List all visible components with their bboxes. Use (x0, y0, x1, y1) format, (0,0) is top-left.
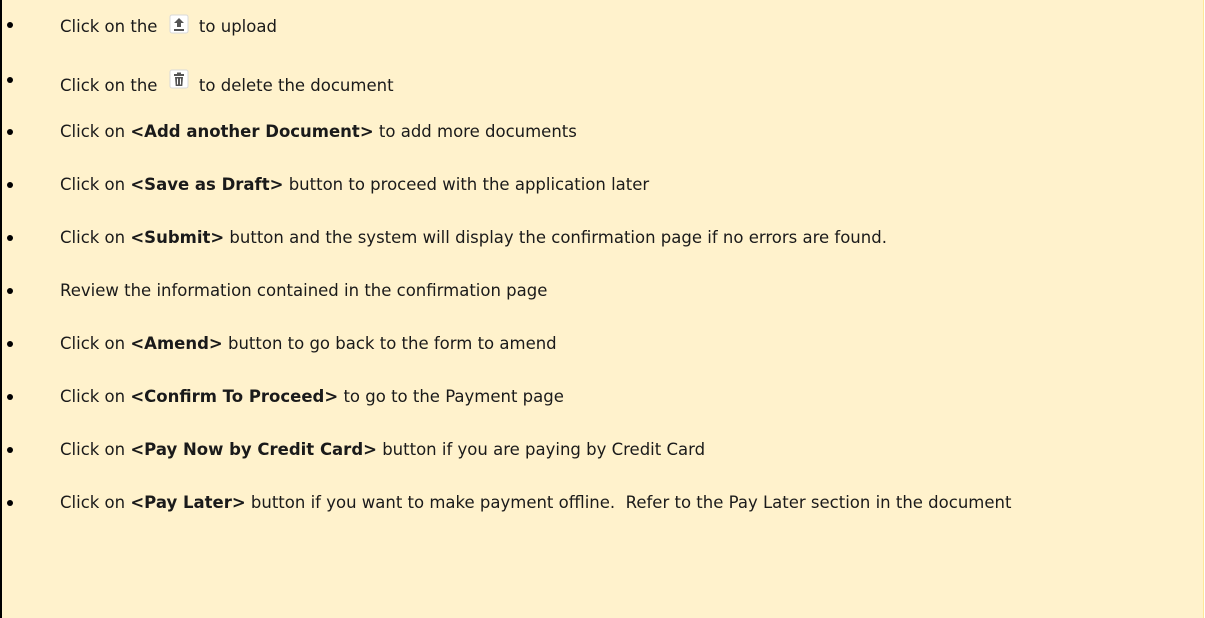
list-item-text: Click on <Pay Later> button if you want … (60, 493, 1012, 512)
upload-icon (169, 14, 189, 34)
bullet (7, 340, 13, 347)
document-page: Click on the to upload Click on the to d… (0, 0, 1205, 618)
bullet (7, 21, 13, 28)
bullet (7, 446, 13, 453)
bullet (7, 181, 13, 188)
trash-icon (169, 69, 189, 89)
bullet (7, 499, 13, 506)
list-item-text: Click on <Add another Document> to add m… (60, 122, 577, 141)
list-item-text: Click on the to delete the document (60, 69, 1193, 96)
list-item-text: Click on <Amend> button to go back to th… (60, 334, 557, 353)
bullet (7, 287, 13, 294)
highlighted-panel: Click on the to upload Click on the to d… (2, 0, 1204, 618)
list-item-text: Click on the to upload (60, 14, 1193, 37)
bullet (7, 234, 13, 241)
list-item-text: Click on <Pay Now by Credit Card> button… (60, 440, 706, 459)
list-item-text: Click on <Confirm To Proceed> to go to t… (60, 387, 564, 406)
bullet (7, 76, 13, 83)
bullet (7, 393, 13, 400)
list-item-text: Click on <Save as Draft> button to proce… (60, 175, 650, 194)
list-item-text: Review the information contained in the … (60, 281, 548, 300)
bullet (7, 128, 13, 135)
list-item-text: Click on <Submit> button and the system … (60, 228, 887, 247)
